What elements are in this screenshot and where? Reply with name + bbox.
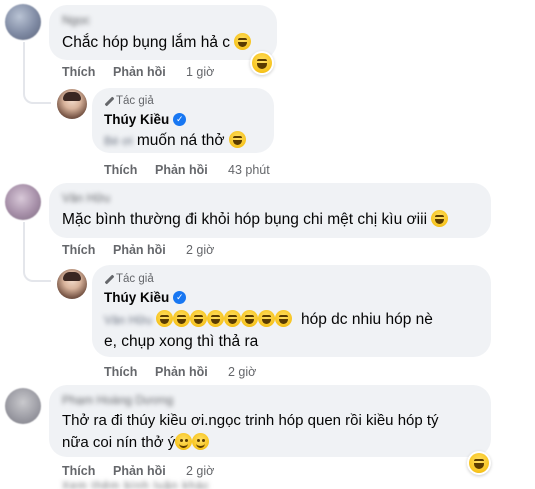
commenter-name[interactable]: Ngọc: [62, 13, 90, 27]
reaction-badge[interactable]: [467, 451, 491, 475]
avatar[interactable]: [5, 184, 41, 220]
reply-button[interactable]: Phản hồi: [155, 365, 208, 379]
author-tag-label: Tác giả: [116, 95, 154, 107]
laughing-emoji: [228, 131, 246, 148]
comment-text-body: muốn ná thở: [136, 132, 225, 149]
comment-bubble: Tác giả Thúy Kiều ✓ Vân Hữu hóp dc nhiu …: [92, 265, 491, 357]
reaction-badge[interactable]: [250, 51, 274, 75]
comment-text-body: Chắc hóp bụng lắm hả c: [62, 34, 231, 51]
commenter-name[interactable]: Phạm Hoàng Dương: [62, 393, 173, 407]
commenter-name[interactable]: Vân Hữu: [62, 191, 110, 205]
avatar[interactable]: [5, 4, 41, 40]
laughing-emoji: [258, 310, 276, 327]
laughing-emoji: [431, 210, 449, 227]
comment-text: Bé ơi muốn ná thở: [104, 130, 246, 152]
laughing-emoji: [469, 453, 489, 473]
comment-time[interactable]: 2 giờ: [186, 243, 214, 257]
pen-icon: [104, 275, 113, 284]
author-name[interactable]: Thúy Kiều ✓: [104, 112, 187, 127]
comment-text-body: hóp dc nhiu hóp nè: [301, 311, 433, 328]
author-tag: Tác giả: [104, 273, 154, 285]
like-button[interactable]: Thích: [62, 65, 95, 79]
comment-bubble: Ngọc Chắc hóp bụng lắm hả c: [49, 5, 277, 60]
author-name-label: Thúy Kiều: [104, 290, 170, 305]
author-name-label: Thúy Kiều: [104, 112, 170, 127]
rofl-emoji: [241, 310, 259, 327]
reply-button[interactable]: Phản hồi: [155, 163, 208, 177]
comment-time[interactable]: 2 giờ: [186, 464, 214, 478]
like-button[interactable]: Thích: [104, 163, 137, 177]
like-button[interactable]: Thích: [62, 464, 95, 478]
thread-connector: [23, 42, 51, 104]
comment-text: Vân Hữu hóp dc nhiu hóp nè: [104, 309, 433, 331]
mention-link[interactable]: Bé ơi: [104, 130, 133, 152]
comment-time[interactable]: 1 giờ: [186, 65, 214, 79]
avatar[interactable]: [57, 89, 87, 119]
mention-link[interactable]: Vân Hữu: [104, 309, 152, 331]
like-button[interactable]: Thích: [104, 365, 137, 379]
avatar[interactable]: [57, 269, 87, 299]
smile-emoji: [175, 433, 193, 450]
pen-icon: [104, 97, 113, 106]
comment-text-body: nữa coi nín thở ý: [62, 434, 176, 451]
laughing-emoji: [156, 310, 174, 327]
reply-button[interactable]: Phản hồi: [113, 65, 166, 79]
laughing-emoji: [190, 310, 208, 327]
reply-button[interactable]: Phản hồi: [113, 243, 166, 257]
laughing-emoji: [224, 310, 242, 327]
comment-text: Mặc bình thường đi khỏi hóp bụng chi mệt…: [62, 209, 449, 231]
rofl-emoji: [173, 310, 191, 327]
like-button[interactable]: Thích: [62, 243, 95, 257]
comment-bubble: Tác giả Thúy Kiều ✓ Bé ơi muốn ná thở: [92, 88, 274, 153]
comment-bubble: Vân Hữu Mặc bình thường đi khỏi hóp bụng…: [49, 183, 491, 238]
laughing-emoji: [234, 33, 252, 50]
verified-badge-icon: ✓: [173, 113, 187, 126]
comment-time[interactable]: 2 giờ: [228, 365, 256, 379]
reply-button[interactable]: Phản hồi: [113, 464, 166, 478]
comment-time[interactable]: 43 phút: [228, 163, 270, 177]
laughing-emoji: [252, 53, 272, 73]
comment-text-line2: nữa coi nín thở ý: [62, 432, 210, 454]
author-tag-label: Tác giả: [116, 273, 154, 285]
author-name[interactable]: Thúy Kiều ✓: [104, 290, 187, 305]
avatar[interactable]: [5, 388, 41, 424]
thread-connector: [23, 222, 51, 282]
rofl-emoji: [207, 310, 225, 327]
verified-badge-icon: ✓: [173, 291, 187, 304]
rofl-emoji: [275, 310, 293, 327]
comment-text-body: Mặc bình thường đi khỏi hóp bụng chi mệt…: [62, 211, 428, 228]
author-tag: Tác giả: [104, 95, 154, 107]
comment-text-line2: e, chụp xong thì thả ra: [104, 333, 259, 350]
smile-emoji: [192, 433, 210, 450]
comment-bubble: Phạm Hoàng Dương Thở ra đi thúy kiều ơi.…: [49, 385, 491, 457]
comment-text: Thở ra đi thúy kiều ơi.ngọc trinh hóp qu…: [62, 412, 439, 429]
more-comments-link[interactable]: Xem thêm bình luận khác: [62, 480, 210, 489]
comment-text: Chắc hóp bụng lắm hả c: [62, 32, 252, 54]
